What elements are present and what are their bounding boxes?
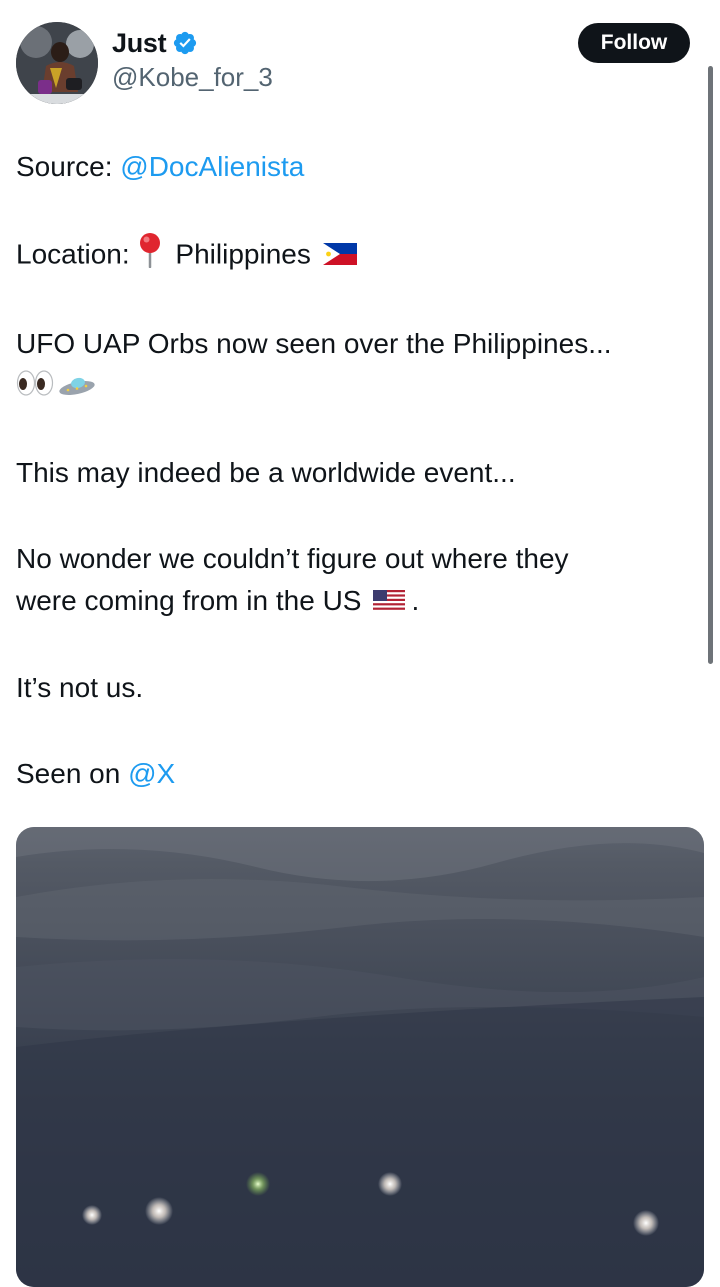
verified-badge-icon[interactable] [172,30,198,56]
location-name: Philippines [175,238,311,270]
seen-on-label: Seen on [16,757,129,789]
source-label: Source: [16,151,121,182]
night-sky-orbs-image [16,827,704,1287]
wonder-paragraph: No wonder we couldn’t figure out where t… [16,538,696,624]
scrollbar[interactable] [708,66,713,664]
source-mention-link[interactable]: @DocAlienista [120,151,304,182]
seen-on-mention-link[interactable]: @X [128,758,175,789]
round-pushpin-icon [139,232,161,281]
orbs-line: UFO UAP Orbs now seen over the Philippin… [16,328,612,359]
follow-button[interactable]: Follow [578,23,690,63]
display-name[interactable]: Just [112,28,167,59]
avatar-image [16,22,98,104]
us-flag-icon [373,582,406,625]
orbs-paragraph: UFO UAP Orbs now seen over the Philippin… [16,323,696,409]
wonder-line-2: were coming from in the US [16,585,362,617]
source-line: Source: @DocAlienista [16,146,696,189]
tweet-media[interactable] [16,827,704,1287]
user-info: Just @Kobe_for_3 [112,24,273,93]
name-row: Just [112,24,273,62]
seen-on-line: Seen on @X [16,753,696,796]
tweet-text: Source: @DocAlienista Location: Philippi… [16,146,696,838]
wonder-line-1: No wonder we couldn’t figure out where t… [16,542,569,574]
philippines-flag-icon [322,235,357,278]
location-line: Location: Philippines [16,232,696,281]
wonder-end: . [411,585,420,617]
not-us-line: It’s not us. [16,672,144,704]
location-label: Location: [16,238,138,270]
worldwide-line: This may indeed be a worldwide event... [16,457,516,489]
flying-saucer-icon [58,367,96,410]
avatar[interactable] [16,22,98,104]
eyes-icon [16,367,54,410]
user-handle[interactable]: @Kobe_for_3 [112,62,273,93]
